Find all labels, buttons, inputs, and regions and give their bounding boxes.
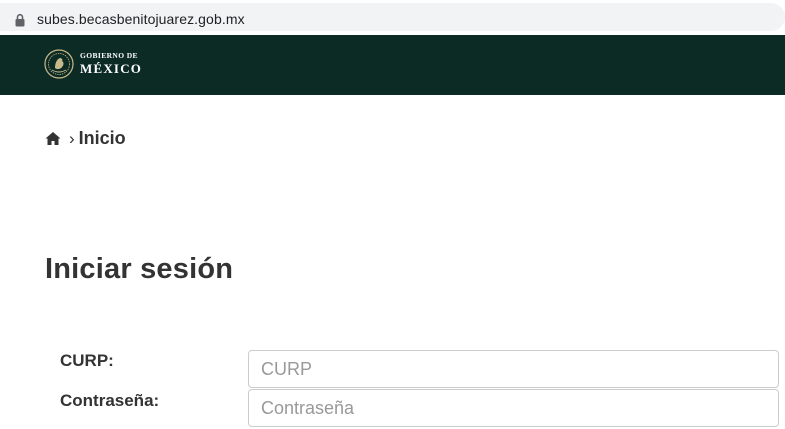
- home-icon[interactable]: [45, 131, 61, 146]
- url-field[interactable]: subes.becasbenitojuarez.gob.mx: [0, 3, 785, 31]
- breadcrumb-current: Inicio: [78, 128, 126, 148]
- password-input[interactable]: [248, 389, 779, 427]
- coat-of-arms-icon[interactable]: [44, 49, 74, 79]
- url-text: subes.becasbenitojuarez.gob.mx: [37, 11, 245, 27]
- browser-address-bar: subes.becasbenitojuarez.gob.mx: [0, 0, 785, 34]
- password-label: Contraseña:: [60, 391, 160, 410]
- logo-line-2: MÉXICO: [80, 60, 143, 76]
- breadcrumb: › Inicio: [45, 128, 126, 149]
- gobierno-de-mexico-logo[interactable]: GOBIERNO DE MÉXICO: [80, 52, 142, 75]
- logo-line-1: GOBIERNO DE: [80, 51, 138, 60]
- lock-icon[interactable]: [15, 13, 25, 27]
- page-title: Iniciar sesión: [45, 253, 234, 285]
- government-header: GOBIERNO DE MÉXICO: [0, 35, 785, 95]
- breadcrumb-separator: ›: [69, 128, 75, 148]
- curp-label: CURP:: [60, 351, 114, 370]
- curp-input[interactable]: [248, 350, 779, 388]
